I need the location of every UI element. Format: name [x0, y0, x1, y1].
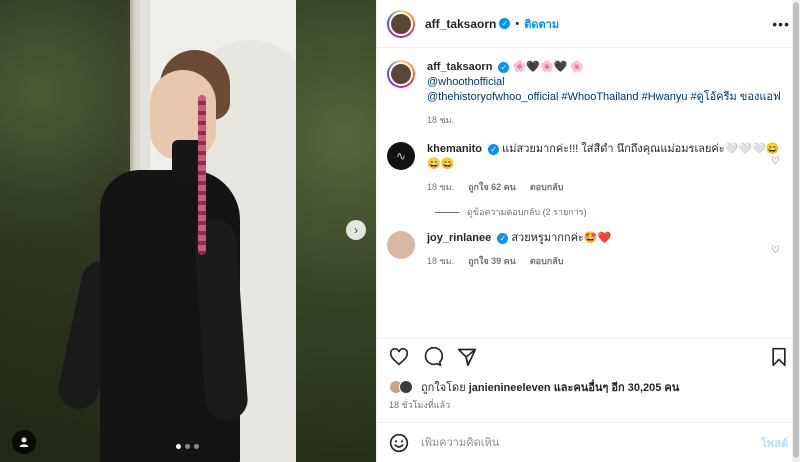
view-replies-button[interactable]: ดูข้อความตอบกลับ (2 รายการ)	[435, 205, 790, 219]
reply-button[interactable]: ตอบกลับ	[530, 180, 564, 195]
scrollbar[interactable]	[792, 0, 800, 462]
post-details-panel: aff_taksaorn ✓ • ติดตาม ••• aff_taksaorn…	[376, 0, 800, 462]
chevron-right-icon: ›	[354, 223, 358, 237]
follow-button[interactable]: ติดตาม	[524, 15, 559, 33]
comment-username[interactable]: joy_rinlanee	[427, 232, 491, 244]
verified-badge-icon: ✓	[488, 143, 500, 155]
comment-input[interactable]	[421, 436, 761, 449]
view-replies-label: ดูข้อความตอบกลับ (2 รายการ)	[467, 207, 587, 217]
comment-username[interactable]: khemanito	[427, 143, 482, 155]
liker-avatars	[389, 380, 413, 394]
carousel-dot	[176, 444, 181, 449]
carousel-dot	[185, 444, 190, 449]
comment-likes[interactable]: ถูกใจ 62 คน	[468, 180, 516, 195]
comment-item: ∿ khemanito ✓ แม่สวยมากค่ะ!!! ใส่สีดำ นึ…	[387, 142, 790, 195]
caption-username[interactable]: aff_taksaorn	[427, 61, 492, 73]
comment-likes[interactable]: ถูกใจ 39 คน	[468, 254, 516, 269]
comment-text: สวยหรูมากกค่ะ🤩❤️	[511, 232, 612, 244]
separator: •	[515, 17, 520, 30]
commenter-avatar[interactable]	[387, 231, 415, 259]
author-username[interactable]: aff_taksaorn	[425, 17, 496, 31]
comment-icon[interactable]	[423, 346, 443, 367]
caption-mention[interactable]: @whoothofficial	[427, 76, 505, 88]
hair-ornament	[198, 95, 206, 255]
reply-button[interactable]: ตอบกลับ	[530, 254, 564, 269]
post-header: aff_taksaorn ✓ • ติดตาม •••	[377, 0, 800, 48]
commenter-avatar[interactable]: ∿	[387, 142, 415, 170]
carousel-dot	[194, 444, 199, 449]
emoji-icon[interactable]	[389, 433, 409, 453]
user-icon	[19, 437, 29, 447]
likes-count[interactable]: และคนอื่นๆ อีก 30,205 คน	[554, 382, 680, 394]
comment-item: joy_rinlanee ✓ สวยหรูมากกค่ะ🤩❤️ 18 ชม. ถ…	[387, 231, 790, 269]
likes-prefix: ถูกใจโดย	[421, 382, 466, 394]
share-icon[interactable]	[457, 347, 477, 367]
woman-figure	[54, 150, 249, 462]
comment-composer: โพสต์	[377, 422, 800, 462]
verified-badge-icon: ✓	[499, 18, 511, 29]
bookmark-icon[interactable]	[770, 347, 788, 367]
comment-time: 18 ชม.	[427, 182, 455, 192]
post-image[interactable]: ›	[0, 0, 376, 462]
next-image-button[interactable]: ›	[346, 220, 366, 240]
author-avatar[interactable]	[387, 60, 415, 88]
post-timestamp[interactable]: 18 ชั่วโมงที่แล้ว	[389, 398, 450, 412]
author-avatar[interactable]	[387, 9, 415, 38]
tagged-users-button[interactable]	[12, 430, 36, 454]
comment-time: 18 ชม.	[427, 256, 455, 266]
carousel-indicator	[176, 444, 199, 449]
caption-emojis: 🌸🖤🌸🖤 🌸	[512, 61, 585, 73]
comments-list[interactable]: aff_taksaorn ✓ 🌸🖤🌸🖤 🌸 @whoothofficial @t…	[377, 48, 800, 328]
comment-heart-icon[interactable]: ♡	[771, 245, 780, 256]
verified-badge-icon: ✓	[498, 61, 510, 73]
caption-time: 18 ชม.	[427, 115, 455, 125]
likes-summary: ถูกใจโดย janienineeleven และคนอื่นๆ อีก …	[389, 378, 788, 396]
caption-tags[interactable]: @thehistoryofwhoo_official #WhooThailand…	[427, 91, 781, 103]
heart-icon[interactable]	[389, 347, 409, 366]
comment-heart-icon[interactable]: ♡	[771, 156, 780, 167]
more-icon[interactable]: •••	[772, 16, 790, 32]
verified-badge-icon: ✓	[497, 232, 509, 244]
liker-username[interactable]: janienineeleven	[469, 382, 551, 394]
post-comment-button[interactable]: โพสต์	[761, 434, 788, 452]
caption: aff_taksaorn ✓ 🌸🖤🌸🖤 🌸 @whoothofficial @t…	[387, 60, 790, 128]
action-bar	[377, 338, 800, 374]
